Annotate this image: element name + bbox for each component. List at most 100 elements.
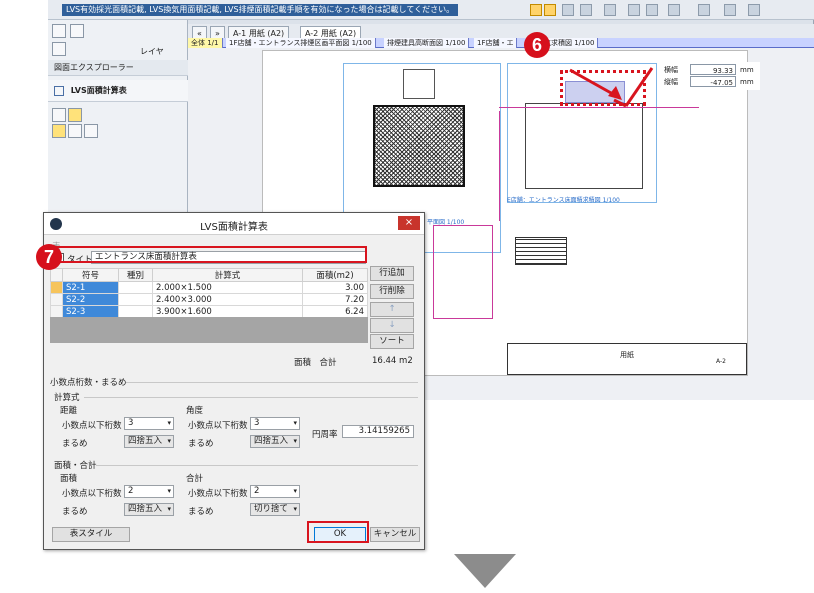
explorer-label: 図面エクスプローラー bbox=[54, 63, 134, 72]
command-icon[interactable] bbox=[70, 24, 84, 38]
calc-panel-header[interactable]: LVS面積計算表 bbox=[48, 80, 188, 102]
code-cell[interactable]: S2-1 bbox=[62, 281, 119, 294]
command-icon[interactable] bbox=[52, 42, 66, 56]
table-style-button[interactable]: 表スタイル bbox=[52, 527, 130, 542]
dialog-titlebar[interactable]: LVS面積計算表 × bbox=[44, 213, 424, 235]
total-value: 16.44 m2 bbox=[372, 356, 413, 366]
rect-tool-icon[interactable] bbox=[52, 124, 66, 138]
height-unit: mm bbox=[740, 78, 754, 86]
sheet-tab[interactable]: 排煙建具高断面図 1/100 bbox=[384, 38, 470, 48]
chevron-down-icon: ▾ bbox=[293, 487, 297, 495]
column-header[interactable]: 種別 bbox=[118, 268, 153, 282]
command-icon[interactable] bbox=[52, 24, 66, 38]
rect-area-tool-icon[interactable] bbox=[68, 108, 82, 122]
sheet-tab[interactable]: 1F店舗・エントランス排煙区画平面図 1/100 bbox=[226, 38, 376, 48]
height-value[interactable]: -47.05 bbox=[690, 76, 736, 87]
sort-button[interactable]: ソート bbox=[370, 334, 414, 349]
kind-cell[interactable] bbox=[118, 305, 153, 318]
pi-input[interactable]: 3.14159265 bbox=[342, 425, 414, 438]
area-decimals-select[interactable]: 2 ▾ bbox=[124, 485, 174, 498]
sum-decimals-label: 小数点以下桁数 bbox=[188, 489, 248, 499]
section-viewport[interactable] bbox=[433, 225, 493, 319]
row-header[interactable] bbox=[50, 281, 63, 294]
row-header[interactable] bbox=[50, 293, 63, 306]
hatched-area bbox=[373, 105, 465, 187]
angle-decimals-select[interactable]: 3 ▾ bbox=[250, 417, 300, 430]
attribute-icon[interactable] bbox=[580, 4, 592, 16]
area-table: 符号 種別 計算式 面積(m2) S2-1 2.000×1.500 3.00 S… bbox=[50, 268, 368, 318]
chevron-down-icon: ▾ bbox=[293, 505, 297, 513]
table-empty-area bbox=[50, 317, 368, 343]
pointer-tool-icon[interactable] bbox=[52, 108, 66, 122]
polygon-tool-icon[interactable] bbox=[68, 124, 82, 138]
formula-cell[interactable]: 2.400×3.000 bbox=[152, 293, 303, 306]
table-row[interactable]: S2-3 3.900×1.600 6.24 bbox=[50, 305, 368, 318]
area-total-section-label: 面積・合計 bbox=[54, 461, 97, 471]
format-icon[interactable] bbox=[562, 4, 574, 16]
area-group-label: 面積 bbox=[60, 474, 78, 484]
chevron-down-icon: ▾ bbox=[167, 487, 171, 495]
light-icon[interactable] bbox=[668, 4, 680, 16]
highlight-ok-button bbox=[307, 521, 369, 543]
callout-badge-6: 6 bbox=[524, 32, 550, 58]
chevron-down-icon: ▾ bbox=[167, 419, 171, 427]
sum-rounding-label: まるめ bbox=[188, 507, 214, 517]
cancel-button[interactable]: キャンセル bbox=[370, 527, 420, 542]
area-cell[interactable]: 7.20 bbox=[302, 293, 368, 306]
close-button[interactable]: × bbox=[398, 216, 420, 230]
section-divider bbox=[96, 465, 418, 466]
column-header[interactable]: 計算式 bbox=[152, 268, 303, 282]
table-row[interactable]: S2-1 2.000×1.500 3.00 bbox=[50, 281, 368, 294]
redo-icon[interactable] bbox=[646, 4, 658, 16]
sheet-number: A-2 bbox=[716, 358, 726, 365]
area-cell[interactable]: 3.00 bbox=[302, 281, 368, 294]
area-rounding-label: まるめ bbox=[62, 507, 88, 517]
area-plan-label: E店舗：エントランス床面積求積図 1/100 bbox=[507, 197, 620, 204]
distance-decimals-select[interactable]: 3 ▾ bbox=[124, 417, 174, 430]
sheet-tab[interactable]: 全体 1/1 bbox=[188, 38, 223, 48]
down-arrow-icon bbox=[454, 554, 516, 588]
area-rounding-select[interactable]: 四捨五入 ▾ bbox=[124, 503, 174, 516]
width-value[interactable]: 93.33 bbox=[690, 64, 736, 75]
layer-label[interactable]: レイヤ bbox=[140, 46, 164, 57]
code-cell[interactable]: S2-3 bbox=[62, 305, 119, 318]
chevron-down-icon: ▾ bbox=[293, 419, 297, 427]
move-down-button[interactable]: ↓ bbox=[370, 318, 414, 333]
rounding-section-label: 小数点桁数・まるめ bbox=[50, 378, 127, 388]
snap-icon[interactable] bbox=[698, 4, 710, 16]
sum-rounding-value: 切り捨て bbox=[254, 504, 289, 514]
sum-decimals-select[interactable]: 2 ▾ bbox=[250, 485, 300, 498]
free-shape-tool-icon[interactable] bbox=[84, 124, 98, 138]
formula-cell[interactable]: 3.900×1.600 bbox=[152, 305, 303, 318]
callout-badge-7: 7 bbox=[36, 244, 62, 270]
formula-cell[interactable]: 2.000×1.500 bbox=[152, 281, 303, 294]
area-cell[interactable]: 6.24 bbox=[302, 305, 368, 318]
code-cell[interactable]: S2-2 bbox=[62, 293, 119, 306]
explorer-header[interactable]: 図面エクスプローラー bbox=[48, 60, 188, 76]
select-tool-icon[interactable] bbox=[530, 4, 542, 16]
formula-section-label: 計算式 bbox=[54, 393, 80, 403]
angle-rounding-select[interactable]: 四捨五入 ▾ bbox=[250, 435, 300, 448]
distance-rounding-value: 四捨五入 bbox=[128, 436, 163, 446]
add-row-button[interactable]: 行追加 bbox=[370, 266, 414, 281]
table-row[interactable]: S2-2 2.400×3.000 7.20 bbox=[50, 293, 368, 306]
view-icon[interactable] bbox=[604, 4, 616, 16]
delete-row-button[interactable]: 行削除 bbox=[370, 284, 414, 299]
grid-icon[interactable] bbox=[724, 4, 736, 16]
sum-rounding-select[interactable]: 切り捨て ▾ bbox=[250, 503, 300, 516]
kind-cell[interactable] bbox=[118, 281, 153, 294]
section-divider bbox=[84, 397, 418, 398]
kind-cell[interactable] bbox=[118, 293, 153, 306]
sheet-tab[interactable]: 1F店舗・エ bbox=[474, 38, 518, 48]
chevron-down-icon: ▾ bbox=[167, 505, 171, 513]
dialog-title: LVS面積計算表 bbox=[200, 222, 268, 233]
titleblock-label: 用紙 bbox=[620, 351, 634, 359]
window-select-icon[interactable] bbox=[544, 4, 556, 16]
column-header[interactable]: 面積(m2) bbox=[302, 268, 368, 282]
undo-icon[interactable] bbox=[628, 4, 640, 16]
column-header[interactable]: 符号 bbox=[62, 268, 119, 282]
measure-icon[interactable] bbox=[748, 4, 760, 16]
row-header[interactable] bbox=[50, 305, 63, 318]
move-up-button[interactable]: ↑ bbox=[370, 302, 414, 317]
distance-rounding-select[interactable]: 四捨五入 ▾ bbox=[124, 435, 174, 448]
